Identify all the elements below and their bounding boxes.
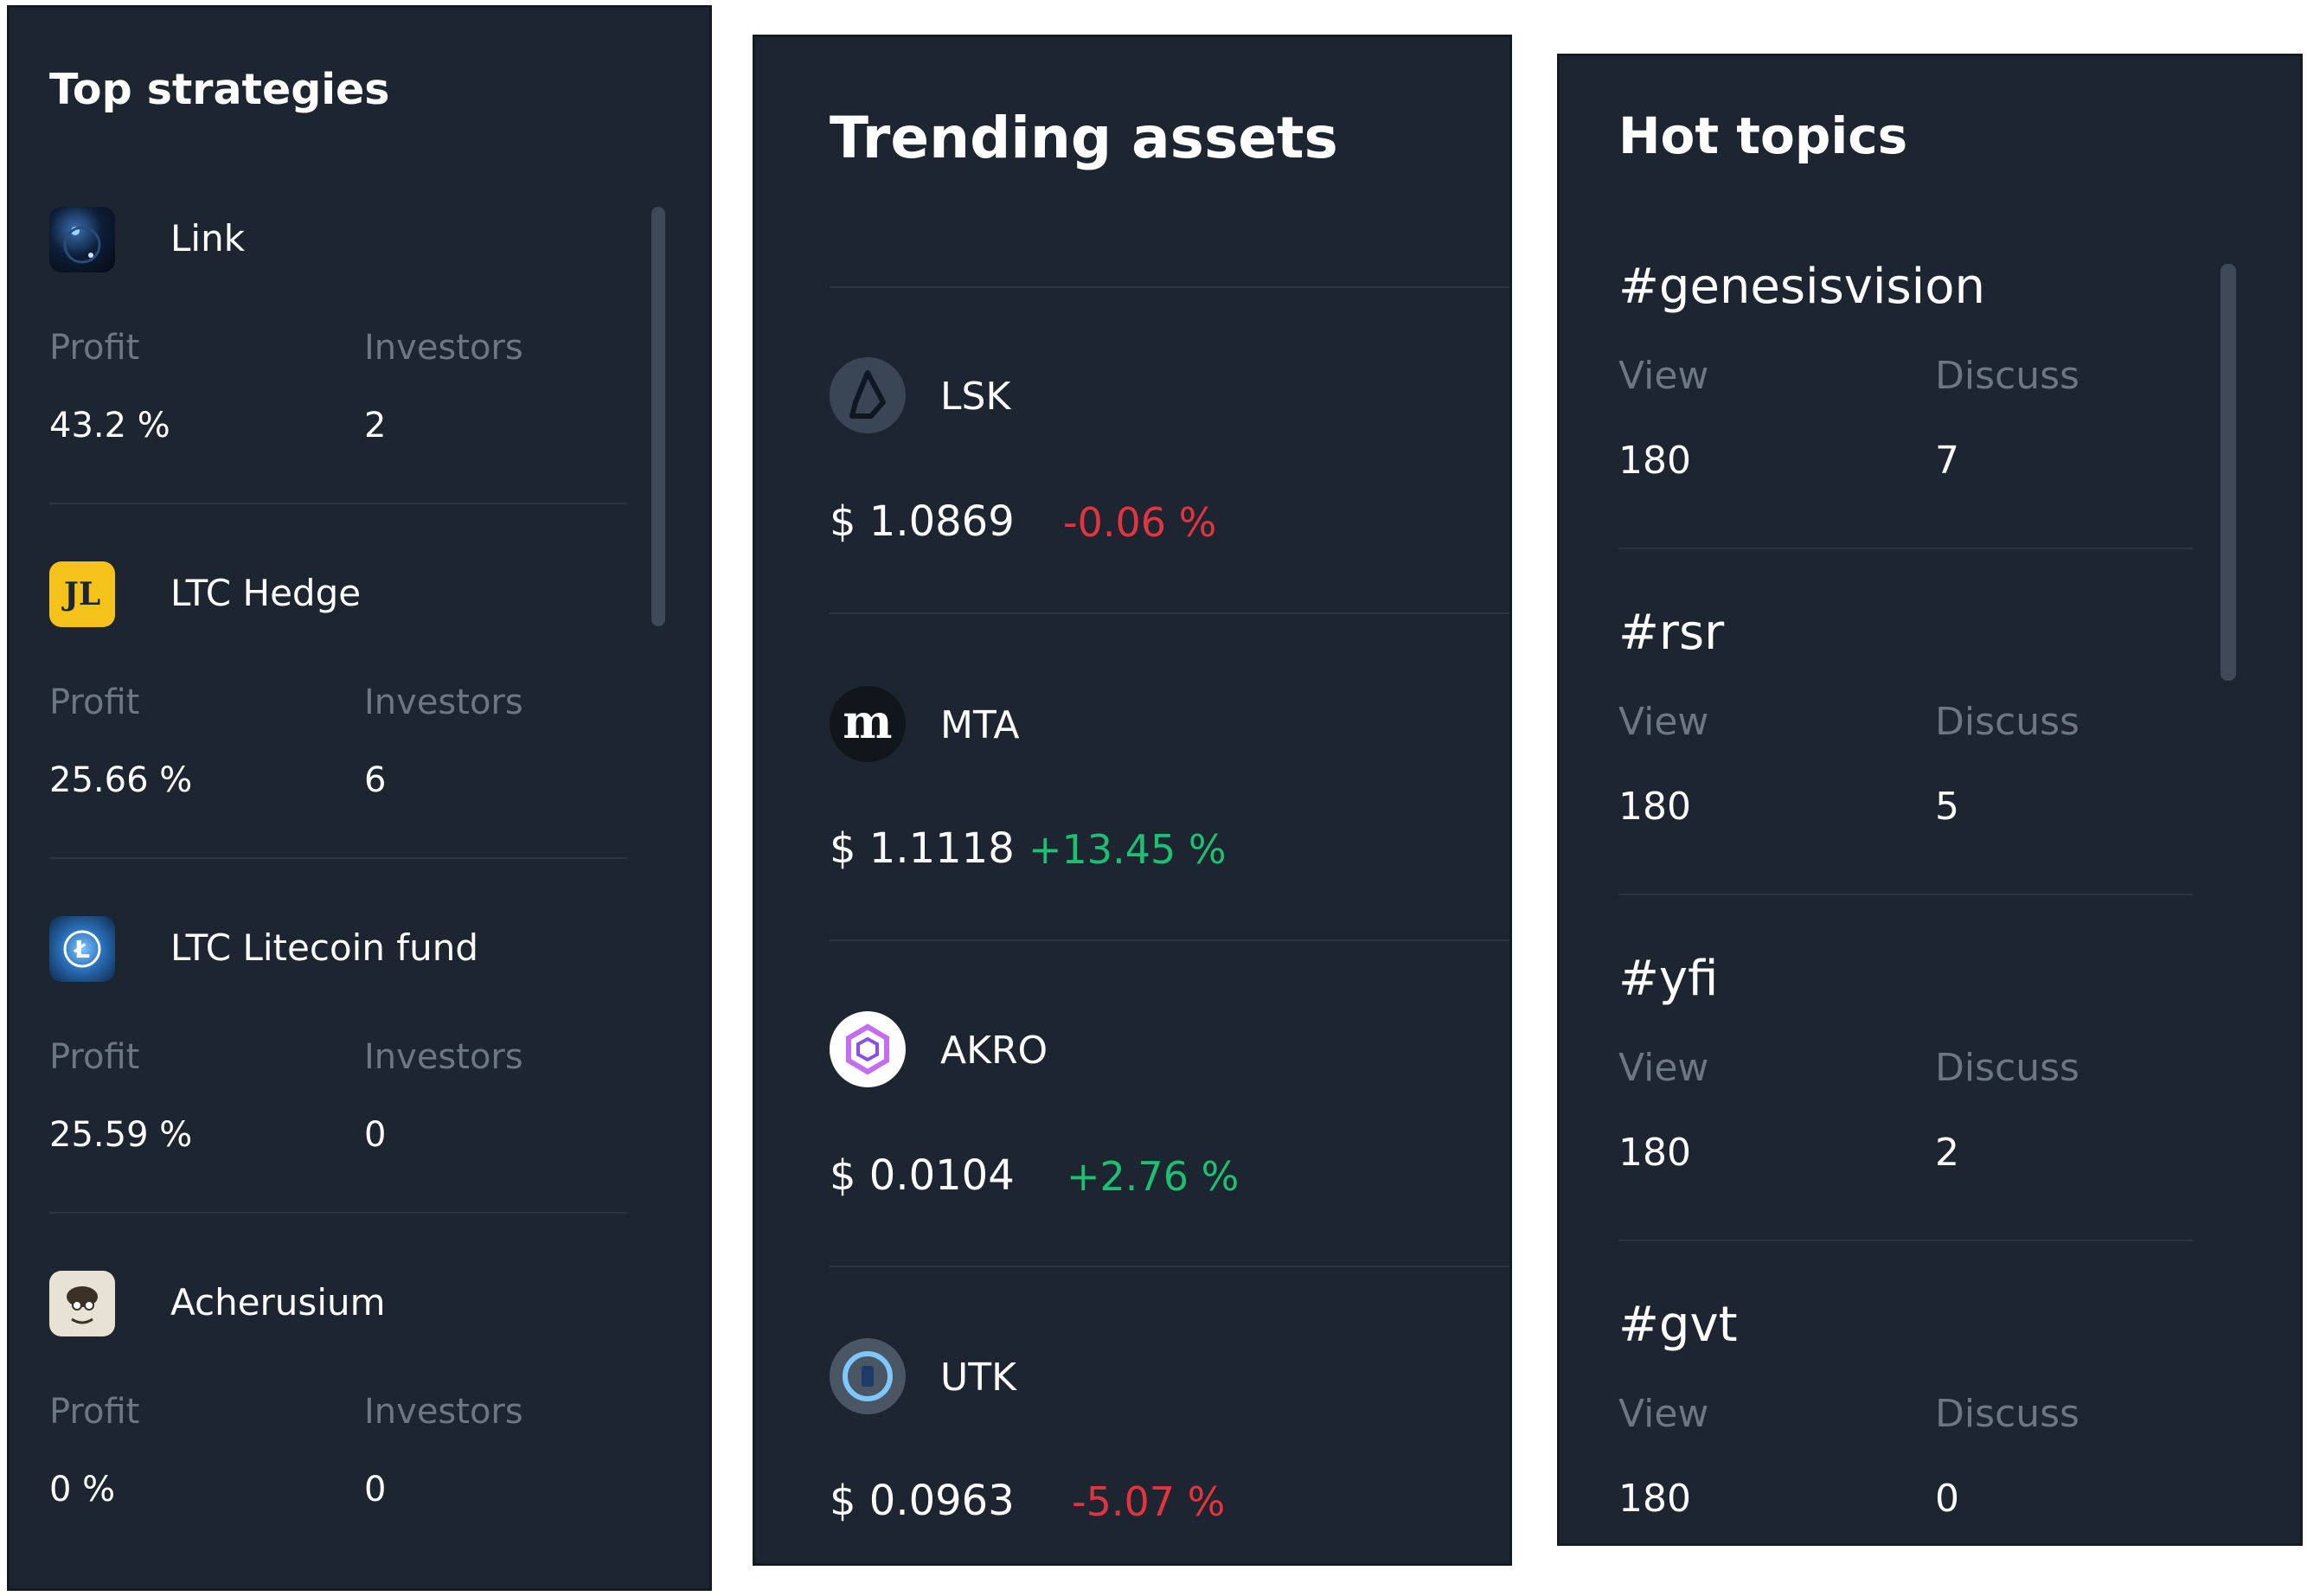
discuss-count: 2	[1935, 1131, 1959, 1175]
top-strategies-panel: Top strategies Link Profit Investors 43.…	[7, 5, 712, 1591]
profit-label: Profit	[49, 1037, 140, 1077]
investors-label: Investors	[364, 328, 523, 368]
svg-text:JL: JL	[61, 576, 100, 612]
profit-label: Profit	[49, 683, 140, 722]
panel-title: Trending assets	[830, 105, 1338, 171]
planet-avatar-icon	[49, 207, 115, 272]
investors-value: 0	[364, 1115, 387, 1155]
asset-change: -5.07 %	[1072, 1478, 1226, 1525]
profit-value: 25.59 %	[49, 1115, 193, 1155]
utk-icon	[830, 1338, 906, 1414]
strategy-name: Link	[170, 217, 246, 260]
view-count: 180	[1618, 1477, 1691, 1521]
investors-value: 6	[364, 760, 387, 800]
jl-logo-icon: JL	[49, 561, 115, 627]
litecoin-logo-icon: Ł	[49, 916, 115, 982]
view-label: View	[1618, 1046, 1709, 1090]
svg-text:Ł: Ł	[73, 935, 90, 964]
view-label: View	[1618, 700, 1709, 744]
cartoon-avatar-icon	[49, 1271, 115, 1336]
investors-label: Investors	[364, 683, 523, 722]
scrollbar-thumb[interactable]	[651, 207, 665, 626]
asset-symbol: LSK	[940, 375, 1011, 419]
divider	[49, 857, 627, 859]
discuss-label: Discuss	[1935, 700, 2080, 744]
mta-icon-glyph: m	[843, 694, 893, 749]
asset-price: $ 1.1118	[830, 824, 1015, 873]
asset-change: -0.06 %	[1063, 499, 1217, 546]
discuss-count: 7	[1935, 439, 1959, 483]
divider	[830, 286, 1509, 288]
profit-label: Profit	[49, 328, 140, 368]
panel-title: Top strategies	[49, 65, 390, 114]
topic-tag[interactable]: #rsr	[1618, 605, 1724, 661]
profit-value: 25.66 %	[49, 760, 193, 800]
asset-price: $ 1.0869	[830, 497, 1015, 546]
profit-label: Profit	[49, 1392, 140, 1432]
discuss-count: 5	[1935, 785, 1959, 829]
view-count: 180	[1618, 1131, 1691, 1175]
divider	[1618, 548, 2193, 549]
asset-change: +13.45 %	[1029, 826, 1227, 873]
akro-icon	[830, 1011, 906, 1087]
asset-price: $ 0.0963	[830, 1477, 1015, 1525]
divider	[49, 1212, 627, 1214]
asset-change: +2.76 %	[1067, 1153, 1240, 1200]
divider	[830, 1266, 1509, 1267]
trending-assets-panel: Trending assets LSK $ 1.0869 -0.06 % m M…	[753, 35, 1512, 1566]
view-label: View	[1618, 354, 1709, 398]
hot-topics-panel: Hot topics #genesisvision View Discuss 1…	[1557, 54, 2303, 1546]
investors-value: 0	[364, 1470, 387, 1509]
investors-value: 2	[364, 406, 387, 445]
investors-label: Investors	[364, 1037, 523, 1077]
divider	[830, 939, 1509, 941]
discuss-label: Discuss	[1935, 354, 2080, 398]
profit-value: 0 %	[49, 1470, 116, 1509]
strategy-name: LTC Hedge	[170, 572, 362, 614]
lisk-icon	[830, 357, 906, 433]
strategy-name: LTC Litecoin fund	[170, 926, 478, 969]
mta-icon: m	[830, 686, 906, 762]
divider	[1618, 894, 2193, 895]
divider	[49, 503, 627, 504]
asset-symbol: MTA	[940, 703, 1020, 747]
divider	[1618, 1240, 2193, 1241]
topic-tag[interactable]: #yfi	[1618, 951, 1718, 1007]
topic-tag[interactable]: #genesisvision	[1618, 259, 1985, 315]
view-count: 180	[1618, 439, 1691, 483]
profit-value: 43.2 %	[49, 406, 170, 445]
scrollbar-thumb[interactable]	[2220, 264, 2236, 681]
strategy-name: Acherusium	[170, 1281, 386, 1324]
investors-label: Investors	[364, 1392, 523, 1432]
panel-title: Hot topics	[1618, 106, 1908, 165]
divider	[830, 612, 1509, 614]
view-label: View	[1618, 1392, 1709, 1436]
discuss-label: Discuss	[1935, 1392, 2080, 1436]
discuss-count: 0	[1935, 1477, 1959, 1521]
asset-symbol: UTK	[940, 1356, 1016, 1400]
view-count: 180	[1618, 785, 1691, 829]
asset-symbol: AKRO	[940, 1029, 1048, 1073]
asset-price: $ 0.0104	[830, 1151, 1015, 1200]
discuss-label: Discuss	[1935, 1046, 2080, 1090]
topic-tag[interactable]: #gvt	[1618, 1297, 1738, 1353]
